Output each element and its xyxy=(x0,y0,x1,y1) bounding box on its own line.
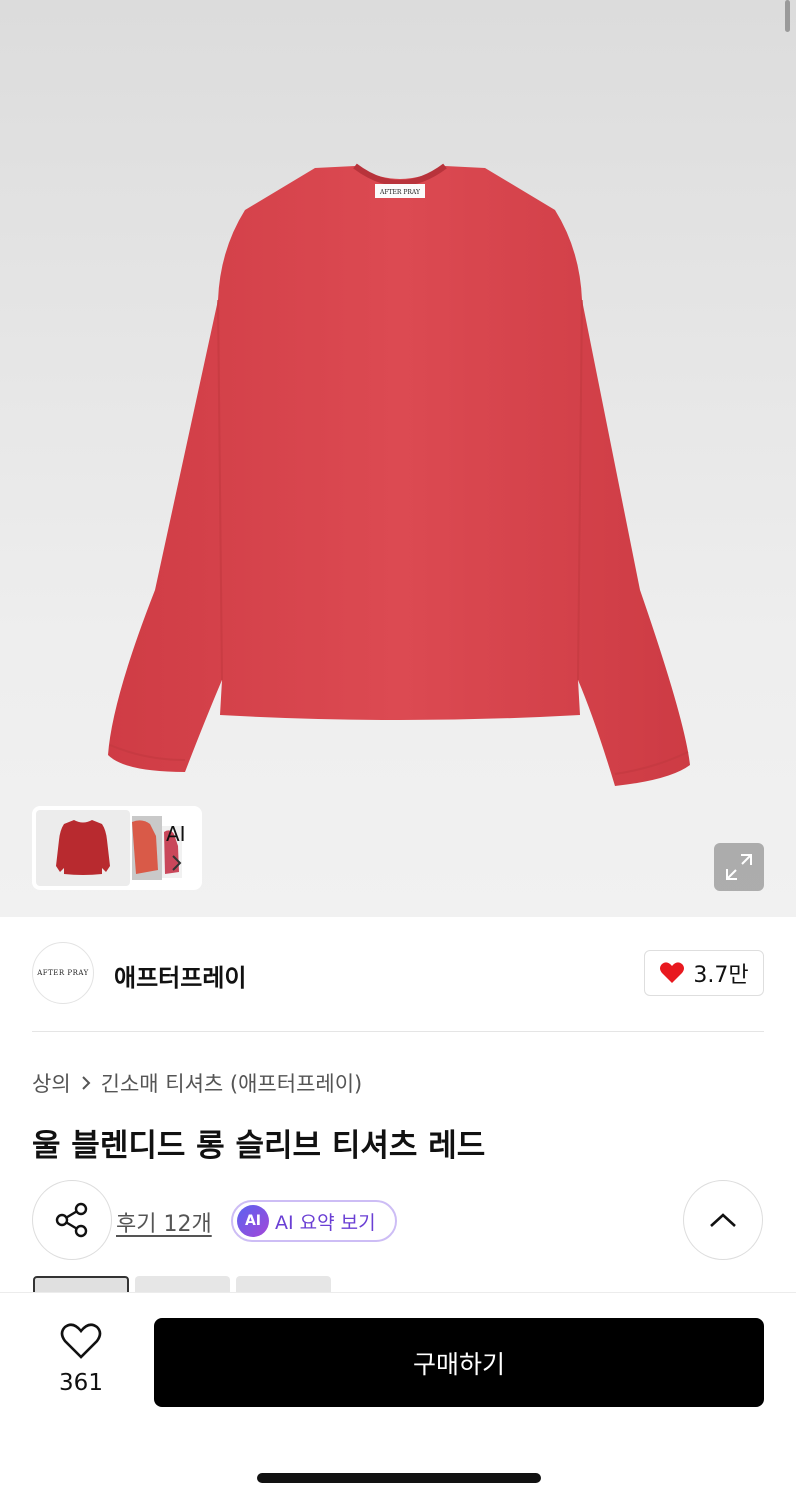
home-indicator xyxy=(257,1473,541,1483)
chevron-right-icon xyxy=(81,1076,91,1090)
brand-like-button[interactable]: 3.7만 xyxy=(644,950,764,996)
shirt-brand-tag: AFTER PRAY xyxy=(379,189,421,196)
wish-count: 361 xyxy=(59,1370,103,1396)
brand-like-count: 3.7만 xyxy=(693,963,749,988)
ai-summary-label: AI 요약 보기 xyxy=(275,1211,376,1234)
breadcrumb: 상의 긴소매 티셔츠 (애프터프레이) xyxy=(32,1068,362,1098)
expand-icon xyxy=(726,854,752,880)
product-title: 울 블렌디드 롱 슬리브 티셔츠 레드 xyxy=(32,1128,486,1164)
reviews-link[interactable]: 후기 12개 xyxy=(116,1206,212,1238)
thumbnail-main[interactable] xyxy=(36,810,130,886)
buy-button[interactable]: 구매하기 xyxy=(154,1318,764,1407)
heart-outline-icon[interactable] xyxy=(60,1323,102,1361)
chevron-up-icon xyxy=(710,1213,736,1227)
ai-thumbnail-panel[interactable] xyxy=(32,806,202,890)
scroll-indicator xyxy=(785,0,790,32)
ai-badge: AI xyxy=(237,1205,269,1237)
brand-name[interactable]: 애프터프레이 xyxy=(114,958,246,993)
breadcrumb-category[interactable]: 상의 xyxy=(32,1068,71,1098)
expand-image-button[interactable] xyxy=(714,843,764,891)
brand-logo[interactable]: AFTER PRAY xyxy=(32,942,94,1004)
scroll-top-button[interactable] xyxy=(683,1180,763,1260)
chevron-right-icon[interactable] xyxy=(170,853,184,873)
breadcrumb-subcategory[interactable]: 긴소매 티셔츠 (애프터프레이) xyxy=(101,1068,363,1098)
product-image: AFTER PRAY xyxy=(108,163,690,786)
share-button[interactable] xyxy=(32,1180,112,1260)
share-icon xyxy=(55,1202,88,1238)
divider xyxy=(32,1031,764,1032)
brand-row[interactable]: AFTER PRAY 애프터프레이 3.7만 xyxy=(32,942,764,1006)
thumbnail-alt-1[interactable] xyxy=(132,816,162,880)
product-image-gallery[interactable]: AFTER PRAY AI xyxy=(0,0,796,917)
ai-thumbnail-label[interactable]: AI xyxy=(166,822,186,846)
heart-icon xyxy=(660,962,685,983)
ai-summary-button[interactable]: AI AI 요약 보기 xyxy=(231,1200,397,1242)
